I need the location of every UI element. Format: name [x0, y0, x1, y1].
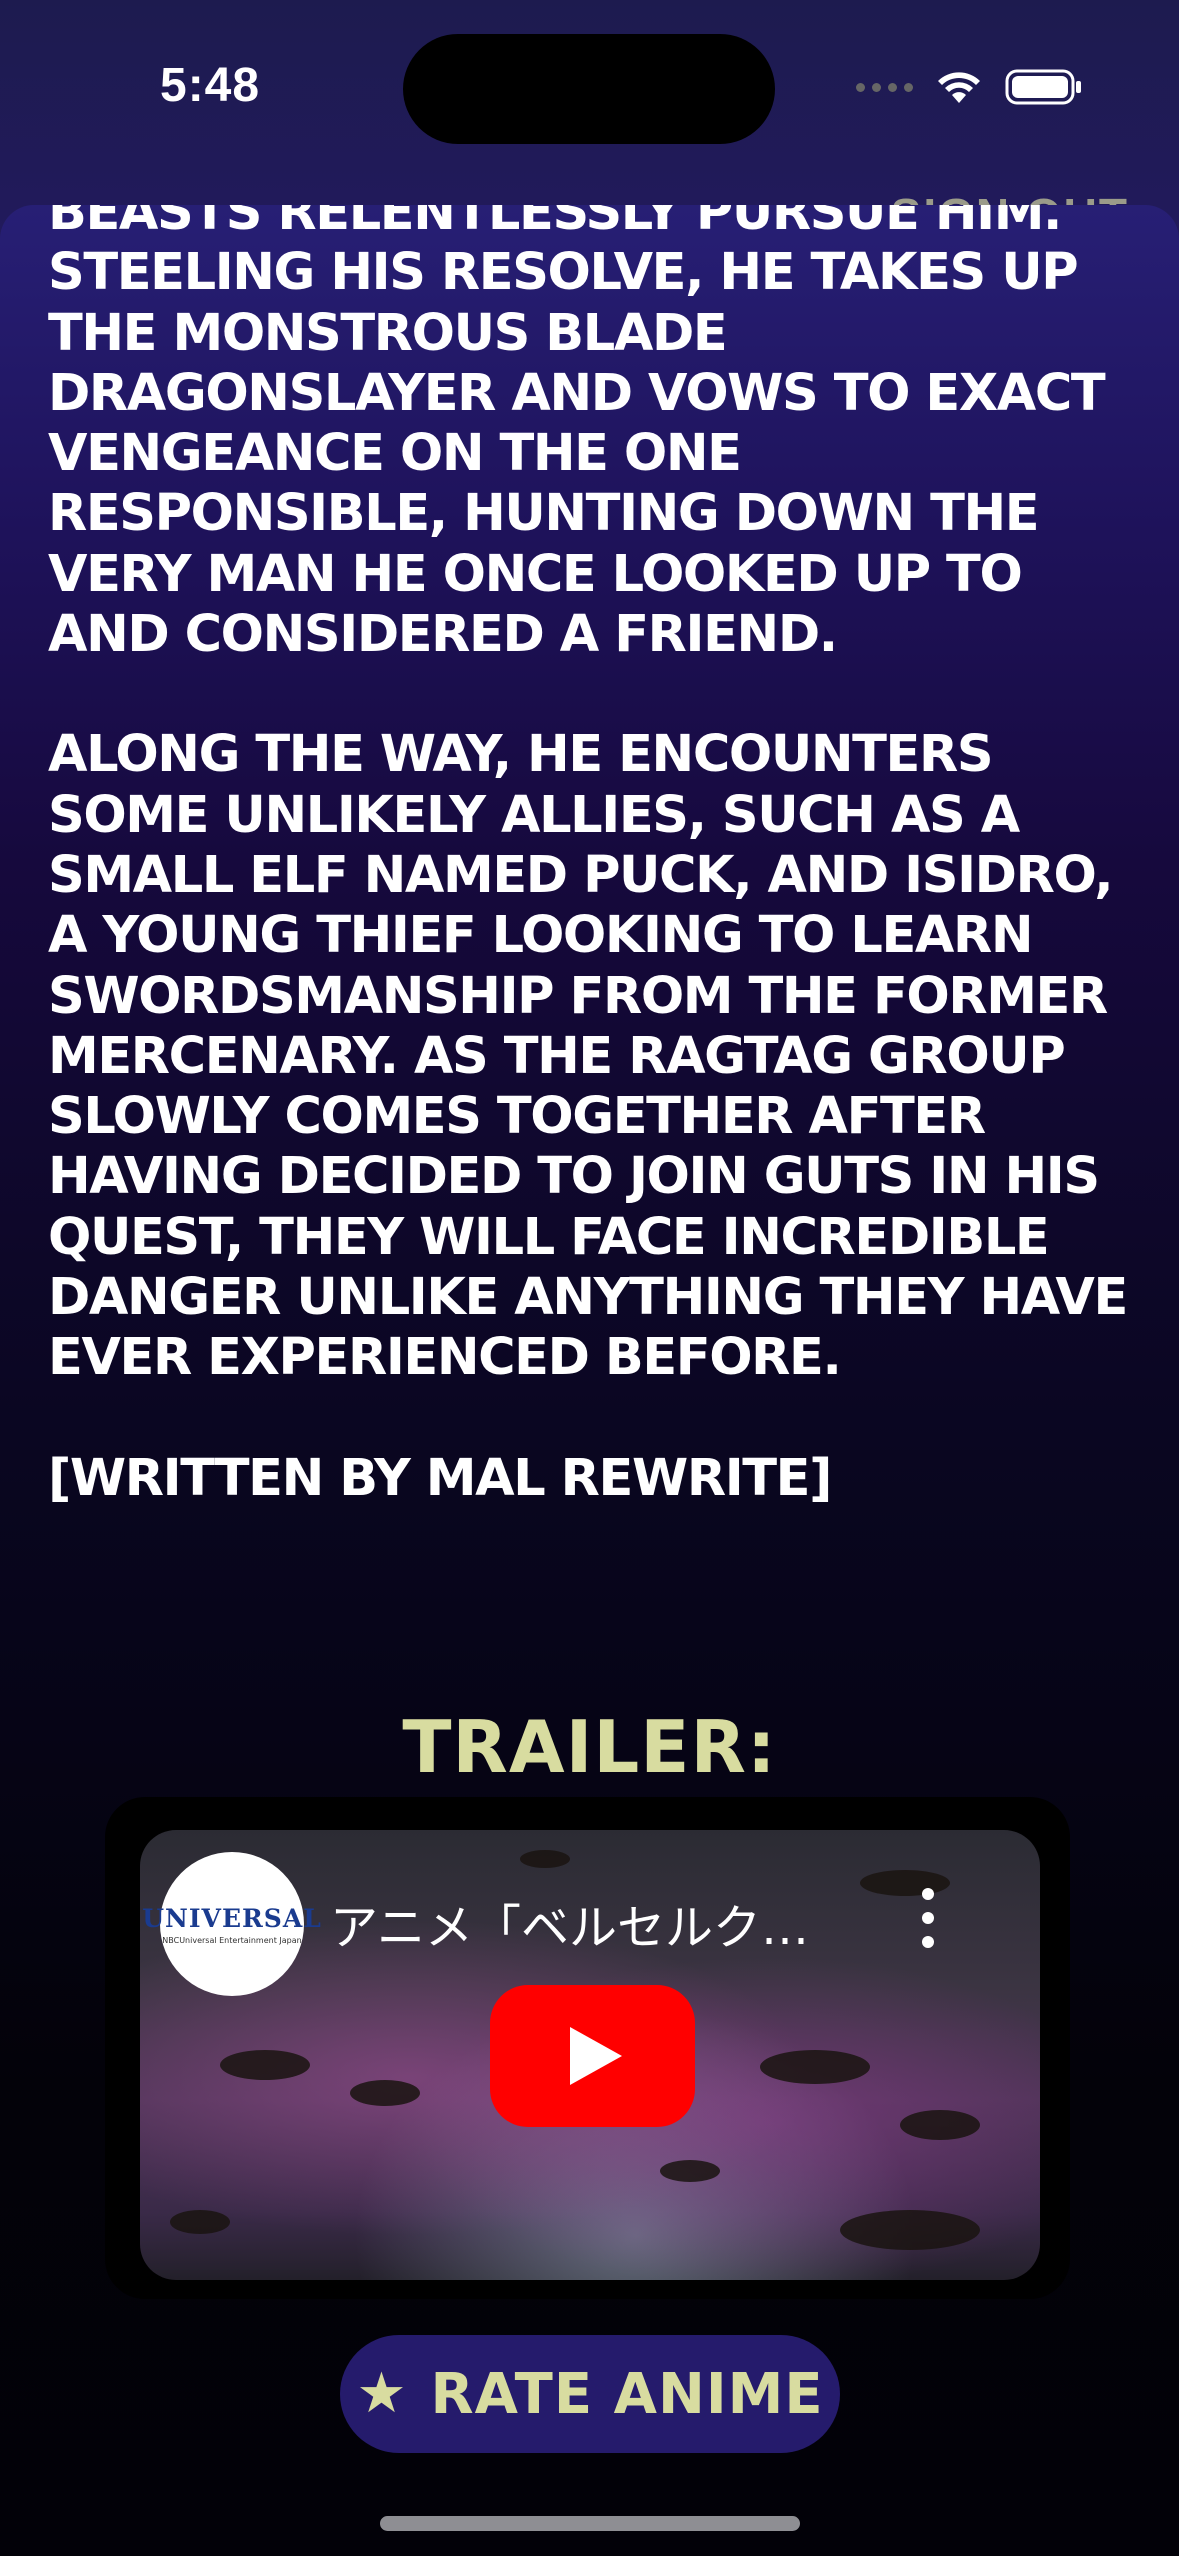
dynamic-island: [403, 34, 775, 144]
synopsis-text: BEASTS RELENTLESSLY PURSUE HIM. STEELING…: [48, 205, 1148, 1569]
star-icon: ★: [356, 2361, 407, 2426]
status-icons: [856, 62, 1083, 112]
wifi-icon: [938, 72, 980, 103]
status-bar: 5:48: [0, 0, 1179, 180]
channel-logo[interactable]: UNIVERSAL NBCUniversal Entertainment Jap…: [142, 1852, 321, 1996]
rate-anime-button[interactable]: ★ RATE ANIME: [340, 2335, 840, 2453]
synopsis-paragraph: ALONG THE WAY, HE ENCOUNTERS SOME UNLIKE…: [48, 725, 1128, 1388]
status-time: 5:48: [160, 59, 261, 112]
rate-anime-label: RATE ANIME: [430, 2361, 824, 2427]
cellular-signal-icon: [856, 82, 913, 92]
battery-icon: [1005, 69, 1081, 105]
youtube-play-icon[interactable]: [490, 1985, 695, 2127]
trailer-video-player[interactable]: UNIVERSAL NBCUniversal Entertainment Jap…: [140, 1830, 1040, 2280]
video-title[interactable]: アニメ「ベルセルク…: [330, 1888, 809, 1958]
trailer-heading: TRAILER:: [402, 1705, 777, 1789]
home-indicator[interactable]: [380, 2516, 800, 2531]
synopsis-paragraph: BEASTS RELENTLESSLY PURSUE HIM. STEELING…: [48, 205, 1106, 665]
more-options-icon[interactable]: [918, 1888, 938, 1948]
synopsis-credit: [WRITTEN BY MAL REWRITE]: [48, 1448, 832, 1508]
